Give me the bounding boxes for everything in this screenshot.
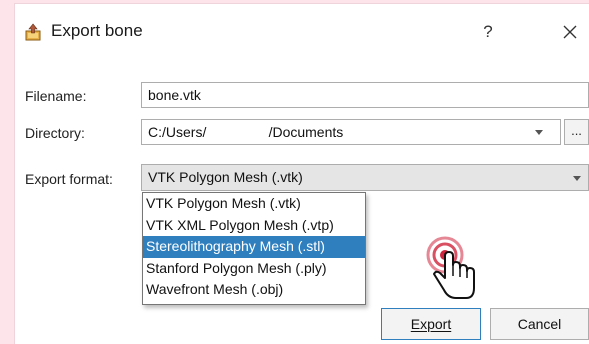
help-button[interactable]: ? bbox=[473, 17, 503, 47]
format-option-vtk[interactable]: VTK Polygon Mesh (.vtk) bbox=[143, 193, 365, 215]
chevron-down-icon[interactable] bbox=[535, 130, 543, 135]
format-dropdown-list: VTK Polygon Mesh (.vtk) VTK XML Polygon … bbox=[142, 192, 366, 305]
export-button[interactable]: Export bbox=[381, 308, 481, 340]
directory-label: Directory: bbox=[25, 125, 85, 141]
browse-button[interactable]: ... bbox=[564, 119, 589, 145]
export-dialog: Export bone ? Filename: bone.vtk Directo… bbox=[15, 4, 589, 344]
dialog-title: Export bone bbox=[51, 21, 143, 40]
export-format-label: Export format: bbox=[25, 171, 113, 187]
directory-combobox[interactable]: C:/Users/ /Documents bbox=[141, 119, 561, 145]
cancel-button[interactable]: Cancel bbox=[490, 308, 589, 340]
export-format-select[interactable]: VTK Polygon Mesh (.vtk) bbox=[141, 164, 589, 191]
close-icon[interactable] bbox=[555, 17, 585, 47]
format-option-ply[interactable]: Stanford Polygon Mesh (.ply) bbox=[143, 258, 365, 280]
chevron-down-icon[interactable] bbox=[573, 176, 581, 181]
title-bar: Export bone ? bbox=[15, 4, 589, 54]
export-button-label: Export bbox=[410, 316, 452, 332]
export-icon bbox=[25, 23, 41, 41]
format-option-obj[interactable]: Wavefront Mesh (.obj) bbox=[143, 279, 365, 301]
filename-input[interactable]: bone.vtk bbox=[141, 82, 589, 108]
hand-pointer-icon bbox=[426, 236, 475, 299]
format-option-stl[interactable]: Stereolithography Mesh (.stl) bbox=[143, 236, 365, 258]
format-option-vtp[interactable]: VTK XML Polygon Mesh (.vtp) bbox=[143, 215, 365, 237]
filename-label: Filename: bbox=[25, 88, 87, 104]
